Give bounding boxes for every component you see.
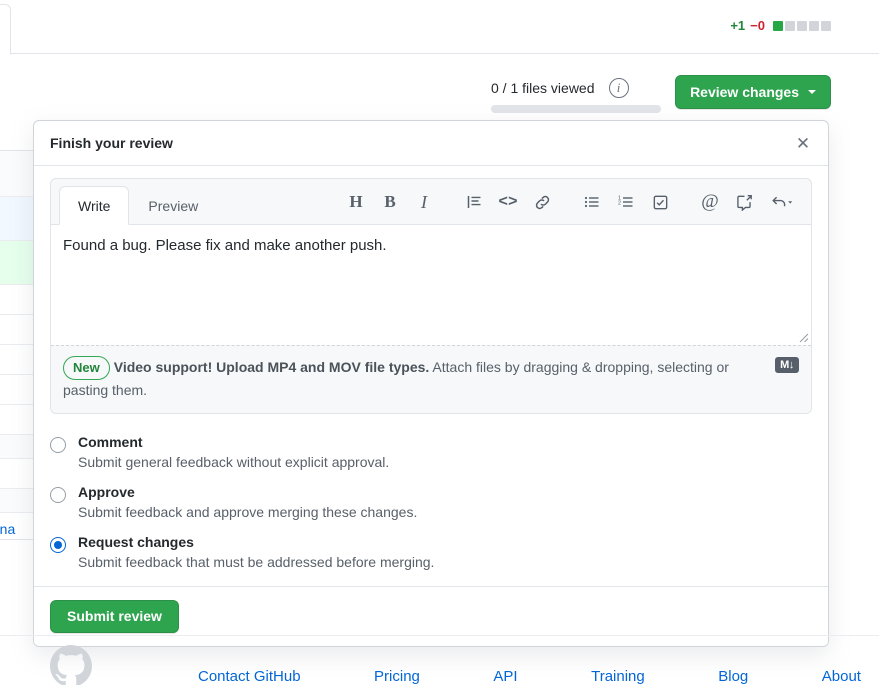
upload-hint: NewVideo support! Upload MP4 and MOV fil… xyxy=(51,345,811,413)
code-icon[interactable]: <> xyxy=(491,187,525,217)
diffstat-block xyxy=(773,21,783,31)
markdown-toolbar: H B I <> xyxy=(339,187,803,217)
info-icon[interactable]: i xyxy=(609,78,629,98)
heading-icon[interactable]: H xyxy=(339,187,373,217)
finish-review-modal: Finish your review ✕ Write Preview H B I xyxy=(33,120,829,647)
upload-hint-strong: Video support! Upload MP4 and MOV file t… xyxy=(114,359,430,375)
radio-approve[interactable] xyxy=(50,487,66,503)
github-mark-icon xyxy=(50,645,92,685)
diffstat-deletions: −0 xyxy=(750,18,765,33)
modal-body: Write Preview H B I <> xyxy=(34,166,828,586)
close-icon[interactable]: ✕ xyxy=(792,132,814,154)
link-icon[interactable] xyxy=(525,187,559,217)
comment-textarea-wrap xyxy=(51,225,811,345)
modal-header: Finish your review ✕ xyxy=(34,121,828,166)
new-badge: New xyxy=(63,356,110,380)
toolbar-group-text: H B I xyxy=(339,187,441,217)
unordered-list-icon[interactable] xyxy=(575,187,609,217)
italic-icon[interactable]: I xyxy=(407,187,441,217)
upload-hint-text: NewVideo support! Upload MP4 and MOV fil… xyxy=(63,356,763,401)
option-approve[interactable]: Approve Submit feedback and approve merg… xyxy=(50,480,812,530)
option-request-changes[interactable]: Request changes Submit feedback that mus… xyxy=(50,530,812,580)
files-viewed-progress xyxy=(491,105,661,113)
comment-tabnav: Write Preview H B I <> xyxy=(51,179,811,225)
submit-review-button[interactable]: Submit review xyxy=(50,600,179,633)
ordered-list-icon[interactable]: 12 xyxy=(609,187,643,217)
diffstat-blocks xyxy=(773,21,831,31)
modal-title: Finish your review xyxy=(50,135,173,151)
option-comment-desc: Submit general feedback without explicit… xyxy=(78,454,389,470)
partial-left-link[interactable]: o na xyxy=(0,521,15,537)
diffstat-block xyxy=(821,21,831,31)
footer-link-contact-github[interactable]: Contact GitHub xyxy=(198,668,301,685)
radio-comment[interactable] xyxy=(50,437,66,453)
files-viewed-label: 0 / 1 files viewed xyxy=(491,80,595,96)
tab-write[interactable]: Write xyxy=(59,186,129,225)
review-changes-button[interactable]: Review changes xyxy=(675,75,831,109)
tab-preview[interactable]: Preview xyxy=(129,186,217,225)
resize-handle[interactable] xyxy=(795,329,809,343)
toolbar-group-block: <> xyxy=(457,187,559,217)
footer-link-about[interactable]: About xyxy=(822,668,861,685)
option-approve-desc: Submit feedback and approve merging thes… xyxy=(78,504,417,520)
review-type-options: Comment Submit general feedback without … xyxy=(50,414,812,586)
quote-icon[interactable] xyxy=(457,187,491,217)
option-comment-label: Comment xyxy=(78,434,389,450)
radio-request-changes[interactable] xyxy=(50,537,66,553)
option-request-changes-label: Request changes xyxy=(78,534,434,550)
footer-link-training[interactable]: Training xyxy=(591,668,645,685)
toolbar-group-extras: @ xyxy=(693,187,803,217)
cross-reference-icon[interactable] xyxy=(727,187,761,217)
diffstat-additions: +1 xyxy=(730,18,745,33)
svg-text:2: 2 xyxy=(618,200,621,206)
chevron-down-icon xyxy=(808,90,816,94)
option-request-changes-desc: Submit feedback that must be addressed b… xyxy=(78,554,434,570)
option-approve-label: Approve xyxy=(78,484,417,500)
footer-link-pricing[interactable]: Pricing xyxy=(374,668,420,685)
diffstat-block xyxy=(809,21,819,31)
site-footer: Contact GitHub Pricing API Training Blog… xyxy=(0,635,879,685)
diffstat: +1 −0 xyxy=(730,18,831,33)
review-comment-input[interactable] xyxy=(51,225,811,345)
toolbar-group-lists: 12 xyxy=(575,187,677,217)
review-changes-label: Review changes xyxy=(690,84,799,100)
footer-link-api[interactable]: API xyxy=(493,668,517,685)
task-list-icon[interactable] xyxy=(643,187,677,217)
diffstat-block xyxy=(797,21,807,31)
footer-links: Contact GitHub Pricing API Training Blog… xyxy=(198,668,879,685)
files-viewed: 0 / 1 files viewed i xyxy=(491,78,661,113)
comment-box: Write Preview H B I <> xyxy=(50,178,812,414)
page-root: d 1 +1 −0 0 / 1 files viewed i Review ch… xyxy=(0,0,879,685)
saved-replies-icon[interactable] xyxy=(761,187,803,217)
option-comment[interactable]: Comment Submit general feedback without … xyxy=(50,430,812,480)
tab-files-changed[interactable]: d 1 xyxy=(0,4,11,55)
markdown-icon[interactable]: M↓ xyxy=(775,357,799,373)
mention-icon[interactable]: @ xyxy=(693,187,727,217)
diffstat-block xyxy=(785,21,795,31)
files-viewed-row: 0 / 1 files viewed i xyxy=(491,78,661,98)
footer-link-blog[interactable]: Blog xyxy=(718,668,748,685)
bold-icon[interactable]: B xyxy=(373,187,407,217)
